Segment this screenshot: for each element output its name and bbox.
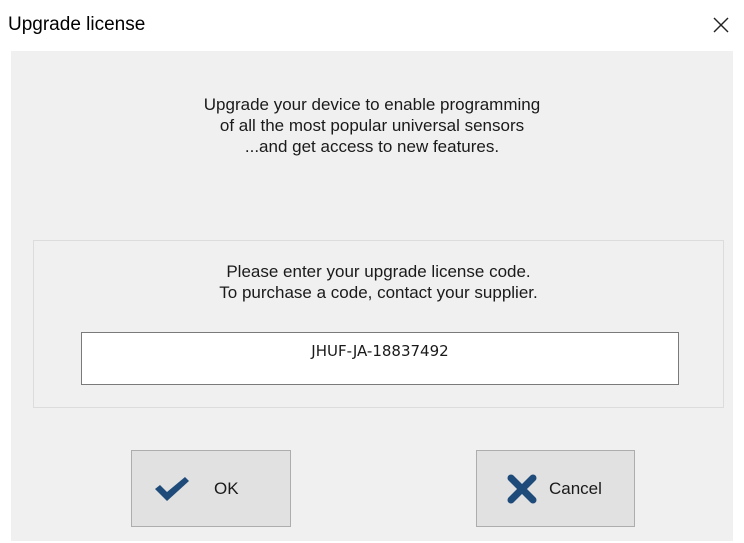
- close-button[interactable]: [698, 0, 744, 50]
- license-instructions: Please enter your upgrade license code. …: [34, 261, 723, 303]
- license-code-input[interactable]: [81, 332, 679, 385]
- intro-text: Upgrade your device to enable programmin…: [11, 94, 733, 157]
- title-bar: Upgrade license: [0, 0, 744, 50]
- window-title: Upgrade license: [8, 14, 146, 35]
- instruction-line: Please enter your upgrade license code.: [226, 262, 531, 281]
- ok-button[interactable]: OK: [131, 450, 291, 527]
- license-panel: Please enter your upgrade license code. …: [33, 240, 724, 408]
- intro-line: of all the most popular universal sensor…: [219, 116, 525, 135]
- instruction-line: To purchase a code, contact your supplie…: [219, 283, 538, 302]
- dialog-body: Upgrade your device to enable programmin…: [11, 51, 733, 541]
- close-icon: [713, 17, 729, 33]
- cancel-label: Cancel: [549, 478, 602, 498]
- intro-line: Upgrade your device to enable programmin…: [203, 95, 541, 114]
- cancel-button[interactable]: Cancel: [476, 450, 635, 527]
- ok-label: OK: [214, 478, 239, 498]
- checkmark-icon: [152, 474, 192, 504]
- intro-line: ...and get access to new features.: [244, 137, 500, 156]
- cross-icon: [505, 472, 539, 506]
